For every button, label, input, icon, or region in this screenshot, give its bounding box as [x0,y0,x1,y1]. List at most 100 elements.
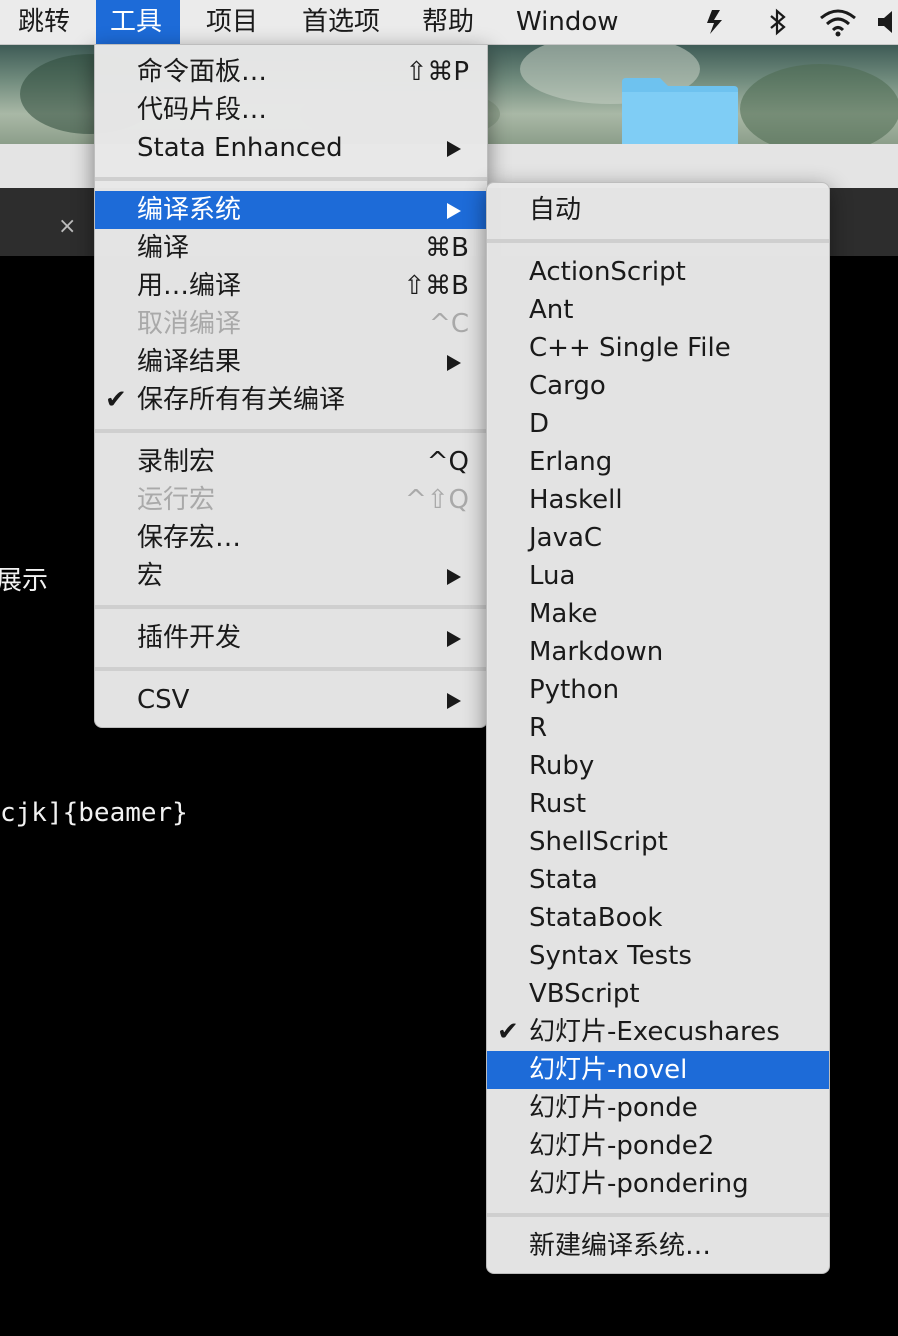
build-system-item[interactable]: Markdown [487,633,829,671]
build-system-item[interactable]: Haskell [487,481,829,519]
build-system-item[interactable]: Syntax Tests [487,937,829,975]
menubar-item-project[interactable]: 项目 [192,0,272,44]
build-system-item[interactable]: Erlang [487,443,829,481]
menu-item-label: Lua [529,561,576,591]
menu-item-label: JavaC [529,523,603,553]
menu-item-shortcut: ^C [429,309,469,339]
bluetooth-icon[interactable] [762,6,794,38]
build-system-item[interactable]: 幻灯片-ponde2 [487,1127,829,1165]
wifi-icon[interactable] [818,6,858,38]
tools-menu-item[interactable]: 插件开发 [95,619,487,657]
menu-item-label: 幻灯片-ponde [529,1093,698,1123]
menu-item-label: 新建编译系统… [529,1231,712,1261]
menubar-item-help[interactable]: 帮助 [408,0,488,44]
menu-item-label: 幻灯片-novel [529,1055,688,1085]
build-system-item[interactable]: Ruby [487,747,829,785]
editor-line-2: cjk]{beamer} [0,798,188,828]
menu-separator [487,239,829,243]
menu-item-shortcut: ^⇧Q [404,485,469,515]
menu-item-shortcut: ⇧⌘B [403,271,469,301]
submenu-arrow-icon [447,693,461,709]
menubar-item-preferences[interactable]: 首选项 [288,0,394,44]
menu-item-label: Make [529,599,598,629]
build-system-item[interactable]: 幻灯片-pondering [487,1165,829,1203]
build-system-item[interactable]: ActionScript [487,253,829,291]
build-system-item[interactable]: ✔ 幻灯片-Execushares [487,1013,829,1051]
menu-item-label: 编译系统 [137,195,242,225]
menubar-item-tools[interactable]: 工具 [96,0,180,44]
tools-menu-item[interactable]: 宏 [95,557,487,595]
menu-item-label: 取消编译 [137,309,242,339]
build-system-auto[interactable]: 自动 [487,191,829,229]
tools-menu-item[interactable]: CSV [95,681,487,719]
menu-item-label: Stata [529,865,598,895]
menu-item-label: 代码片段… [137,95,268,125]
menu-item-label: 运行宏 [137,485,216,515]
build-system-item[interactable]: StataBook [487,899,829,937]
menu-item-label: StataBook [529,903,663,933]
checkmark-icon: ✔ [497,1017,519,1047]
menu-separator [95,177,487,181]
tools-menu-item[interactable]: 保存宏… [95,519,487,557]
build-system-item[interactable]: Rust [487,785,829,823]
folder-icon[interactable] [620,76,740,144]
menu-item-label: VBScript [529,979,640,1009]
build-system-item[interactable]: D [487,405,829,443]
tools-menu-item[interactable]: 命令面板… ⇧⌘P [95,53,487,91]
menubar: 跳转 工具 项目 首选项 帮助 Window [0,0,898,45]
new-build-system-item[interactable]: 新建编译系统… [487,1227,829,1265]
menu-item-label: Ant [529,295,574,325]
build-system-item[interactable]: Stata [487,861,829,899]
tools-menu-item[interactable]: 录制宏 ^Q [95,443,487,481]
tools-menu-item[interactable]: 编译结果 [95,343,487,381]
build-system-item[interactable]: Lua [487,557,829,595]
build-system-item[interactable]: Python [487,671,829,709]
menubar-item-goto[interactable]: 跳转 [4,0,84,44]
build-system-item[interactable]: Cargo [487,367,829,405]
menu-item-label: 插件开发 [137,623,242,653]
menu-item-label: 幻灯片-ponde2 [529,1131,715,1161]
menu-item-label: Stata Enhanced [137,133,343,163]
menu-item-label: R [529,713,548,743]
build-system-item[interactable]: 幻灯片-ponde [487,1089,829,1127]
tools-menu-item[interactable]: 用…编译 ⇧⌘B [95,267,487,305]
tools-menu-item[interactable]: Stata Enhanced [95,129,487,167]
menu-item-label: Python [529,675,620,705]
app-status-icon[interactable] [700,6,732,38]
tools-menu-item[interactable]: 编译 ⌘B [95,229,487,267]
submenu-arrow-icon [447,355,461,371]
menu-separator [95,667,487,671]
tab-close-icon[interactable]: × [58,214,76,239]
build-system-item[interactable]: Make [487,595,829,633]
editor-line-1: 展示 [0,566,49,596]
tools-menu-item[interactable]: 代码片段… [95,91,487,129]
menu-item-label: D [529,409,550,439]
tools-menu-item: 取消编译 ^C [95,305,487,343]
checkmark-icon: ✔ [105,385,127,415]
tools-menu-item: 运行宏 ^⇧Q [95,481,487,519]
tools-menu-item[interactable]: ✔ 保存所有有关编译 [95,381,487,419]
menu-item-shortcut: ⇧⌘P [405,57,469,87]
volume-icon[interactable] [874,6,898,38]
build-system-item[interactable]: ShellScript [487,823,829,861]
menubar-item-window[interactable]: Window [502,0,633,44]
menu-item-label: 保存所有有关编译 [137,385,346,415]
build-system-item[interactable]: C++ Single File [487,329,829,367]
menu-item-label: 命令面板… [137,57,268,87]
menu-separator [95,605,487,609]
menu-item-label: CSV [137,685,190,715]
build-system-item[interactable]: VBScript [487,975,829,1013]
menu-item-label: C++ Single File [529,333,731,363]
submenu-arrow-icon [447,569,461,585]
build-system-item[interactable]: 幻灯片-novel [487,1051,829,1089]
tools-menu-item[interactable]: 编译系统 [95,191,487,229]
menu-item-label: Erlang [529,447,613,477]
menu-item-label: 宏 [137,561,164,591]
menu-separator [95,429,487,433]
menu-item-label: 编译结果 [137,347,242,377]
submenu-arrow-icon [447,203,461,219]
build-system-item[interactable]: R [487,709,829,747]
build-system-item[interactable]: Ant [487,291,829,329]
build-system-item[interactable]: JavaC [487,519,829,557]
menu-item-label: ShellScript [529,827,668,857]
